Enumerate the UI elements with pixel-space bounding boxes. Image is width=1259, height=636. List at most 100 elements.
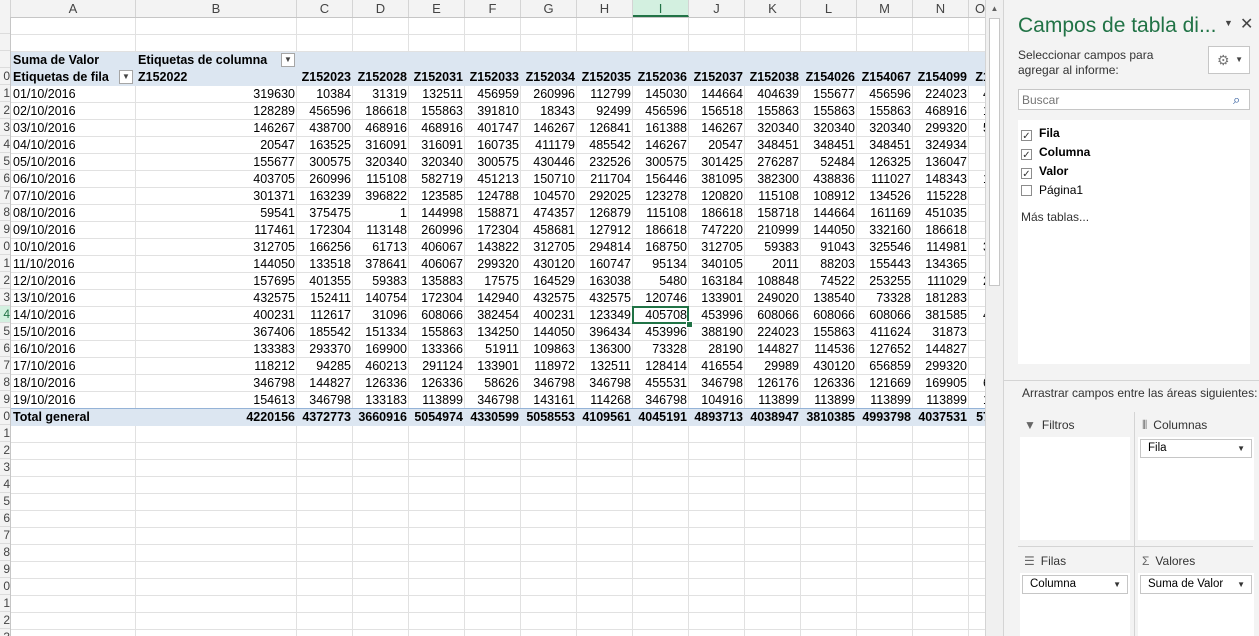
more-tables-link[interactable]: Más tablas... <box>1021 210 1089 224</box>
pivot-value-cell[interactable]: 430446 <box>521 154 577 171</box>
pivot-total-cell[interactable]: 5058553 <box>521 409 577 426</box>
pivot-value-cell[interactable]: 114536 <box>801 341 857 358</box>
row-header[interactable]: 1 <box>0 595 10 612</box>
column-header-j[interactable]: J <box>689 0 745 17</box>
pivot-value-cell[interactable]: 172304 <box>297 222 353 239</box>
pivot-value-cell[interactable]: 115108 <box>745 188 801 205</box>
row-header[interactable]: 9 <box>0 391 10 408</box>
row-header[interactable] <box>0 34 10 51</box>
pivot-value-cell[interactable]: 456596 <box>857 86 913 103</box>
pivot-column-key[interactable]: Z152035 <box>577 69 633 86</box>
column-header-h[interactable]: H <box>577 0 633 17</box>
pivot-value-cell[interactable]: 144050 <box>136 256 297 273</box>
scroll-up-icon[interactable]: ▲ <box>986 0 1003 17</box>
pivot-value-cell[interactable]: 126336 <box>409 375 465 392</box>
pivot-value-cell[interactable] <box>969 222 985 239</box>
pivot-column-key[interactable]: Z152028 <box>353 69 409 86</box>
row-header[interactable]: 3 <box>0 629 10 636</box>
column-header-e[interactable]: E <box>409 0 465 17</box>
pivot-value-cell[interactable]: 468916 <box>913 103 969 120</box>
pivot-value-cell[interactable]: 126336 <box>801 375 857 392</box>
pivot-value-cell[interactable]: 6 <box>969 375 985 392</box>
pivot-value-cell[interactable]: 20547 <box>136 137 297 154</box>
pivot-value-cell[interactable]: 1 <box>969 103 985 120</box>
pivot-value-cell[interactable]: 155863 <box>745 103 801 120</box>
rows-field-chip[interactable]: Columna ▼ <box>1022 575 1128 594</box>
pivot-value-cell[interactable]: 4 <box>969 307 985 324</box>
pivot-total-cell[interactable]: 5054974 <box>409 409 465 426</box>
pivot-value-cell[interactable]: 381095 <box>689 171 745 188</box>
pivot-value-cell[interactable]: 146267 <box>521 120 577 137</box>
pivot-value-cell[interactable]: 151334 <box>353 324 409 341</box>
pivot-value-cell[interactable]: 133518 <box>297 256 353 273</box>
pivot-value-cell[interactable]: 458681 <box>521 222 577 239</box>
pivot-value-cell[interactable]: 132511 <box>409 86 465 103</box>
pivot-value-cell[interactable]: 91043 <box>801 239 857 256</box>
pivot-value-cell[interactable]: 144050 <box>801 222 857 239</box>
pivot-value-cell[interactable]: 453996 <box>633 324 689 341</box>
pivot-value-cell[interactable]: 186618 <box>689 205 745 222</box>
pivot-value-cell[interactable]: 112799 <box>577 86 633 103</box>
pivot-value-cell[interactable]: 104916 <box>689 392 745 409</box>
pivot-value-cell[interactable]: 17575 <box>465 273 521 290</box>
pivot-value-cell[interactable]: 4 <box>969 86 985 103</box>
pivot-total-cell[interactable]: 4993798 <box>857 409 913 426</box>
pivot-value-cell[interactable]: 346798 <box>465 392 521 409</box>
pivot-value-cell[interactable]: 211704 <box>577 171 633 188</box>
pivot-value-cell[interactable]: 169905 <box>913 375 969 392</box>
pivot-value-cell[interactable] <box>969 154 985 171</box>
pivot-value-cell[interactable]: 381585 <box>913 307 969 324</box>
pivot-value-cell[interactable]: 28190 <box>689 341 745 358</box>
pivot-value-cell[interactable]: 128289 <box>136 103 297 120</box>
pivot-value-cell[interactable]: 346798 <box>577 375 633 392</box>
row-header[interactable]: 3 <box>0 289 10 306</box>
pivot-total-cell[interactable]: 4045191 <box>633 409 689 426</box>
pivot-value-cell[interactable]: 144998 <box>409 205 465 222</box>
pivot-value-cell[interactable]: 388190 <box>689 324 745 341</box>
pivot-value-cell[interactable]: 403705 <box>136 171 297 188</box>
pivot-value-cell[interactable]: 94285 <box>297 358 353 375</box>
pivot-row-label[interactable]: 07/10/2016 <box>11 188 136 205</box>
pivot-value-cell[interactable]: 123585 <box>409 188 465 205</box>
pivot-value-cell[interactable]: 113899 <box>745 392 801 409</box>
pivot-value-cell[interactable]: 134250 <box>465 324 521 341</box>
pivot-row-label[interactable]: 13/10/2016 <box>11 290 136 307</box>
pivot-value-cell[interactable]: 169900 <box>353 341 409 358</box>
pivot-value-cell[interactable]: 396434 <box>577 324 633 341</box>
pivot-value-cell[interactable]: 312705 <box>136 239 297 256</box>
pivot-value-cell[interactable]: 2 <box>969 273 985 290</box>
row-header[interactable]: 9 <box>0 561 10 578</box>
pivot-column-key[interactable]: Z152036 <box>633 69 689 86</box>
pivot-row-label[interactable]: 12/10/2016 <box>11 273 136 290</box>
pivot-total-label[interactable]: Total general <box>11 409 136 426</box>
pivot-value-cell[interactable]: 123278 <box>633 188 689 205</box>
pivot-value-cell[interactable]: 291124 <box>409 358 465 375</box>
pivot-value-cell[interactable]: 161169 <box>857 205 913 222</box>
pivot-value-cell[interactable]: 117461 <box>136 222 297 239</box>
pivot-value-cell[interactable]: 416554 <box>689 358 745 375</box>
column-labels-filter-button[interactable]: ▼ <box>281 53 295 67</box>
pivot-column-key[interactable]: Z1 <box>969 69 985 86</box>
pivot-value-cell[interactable]: 73328 <box>633 341 689 358</box>
pivot-value-cell[interactable]: 346798 <box>136 375 297 392</box>
pivot-value-cell[interactable]: 312705 <box>689 239 745 256</box>
pivot-row-label[interactable]: 16/10/2016 <box>11 341 136 358</box>
pivot-value-cell[interactable]: 157695 <box>136 273 297 290</box>
pivot-value-cell[interactable]: 404639 <box>745 86 801 103</box>
pivot-value-cell[interactable]: 293370 <box>297 341 353 358</box>
pivot-row-label[interactable]: 01/10/2016 <box>11 86 136 103</box>
pivot-value-cell[interactable]: 133901 <box>465 358 521 375</box>
pivot-value-cell[interactable]: 52484 <box>801 154 857 171</box>
pivot-value-cell[interactable]: 59383 <box>745 239 801 256</box>
pivot-value-cell[interactable]: 400231 <box>136 307 297 324</box>
pivot-value-cell[interactable]: 104570 <box>521 188 577 205</box>
pivot-value-cell[interactable]: 186618 <box>353 103 409 120</box>
field-item-fila[interactable]: ✓ Fila <box>1021 124 1060 142</box>
pivot-value-cell[interactable]: 166256 <box>297 239 353 256</box>
pivot-value-cell[interactable]: 114981 <box>913 239 969 256</box>
row-header[interactable]: 1 <box>0 425 10 442</box>
pivot-value-cell[interactable]: 432575 <box>521 290 577 307</box>
pivot-value-cell[interactable]: 10384 <box>297 86 353 103</box>
pivot-value-cell[interactable]: 143822 <box>465 239 521 256</box>
row-header[interactable] <box>0 17 10 34</box>
